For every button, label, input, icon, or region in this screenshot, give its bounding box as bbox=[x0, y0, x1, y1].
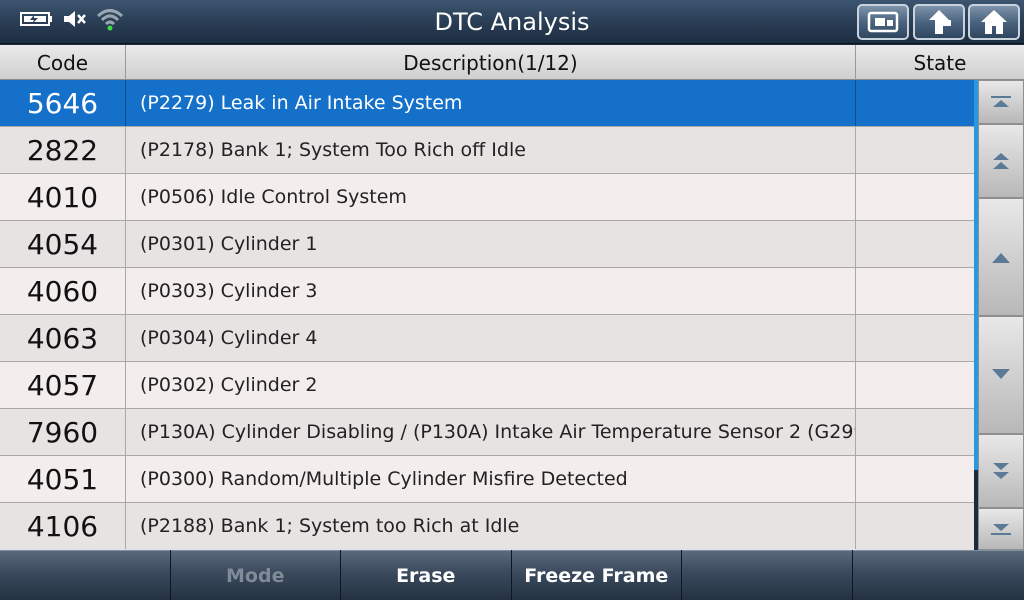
screenshot-icon bbox=[866, 10, 900, 34]
line-down-button[interactable] bbox=[978, 316, 1024, 434]
back-icon bbox=[924, 8, 954, 36]
column-header-description[interactable]: Description(1/12) bbox=[126, 45, 856, 80]
dtc-description: (P0302) Cylinder 2 bbox=[126, 362, 856, 408]
home-button[interactable] bbox=[968, 4, 1020, 40]
dtc-description: (P2178) Bank 1; System Too Rich off Idle bbox=[126, 127, 856, 173]
dtc-state bbox=[856, 362, 974, 408]
scroll-top-icon bbox=[989, 94, 1013, 110]
table-row[interactable]: 5646 (P2279) Leak in Air Intake System bbox=[0, 80, 974, 127]
dtc-code: 4063 bbox=[0, 315, 126, 361]
dtc-code: 7960 bbox=[0, 409, 126, 455]
dtc-state bbox=[856, 456, 974, 502]
dtc-description: (P2188) Bank 1; System too Rich at Idle bbox=[126, 503, 856, 549]
page-down-icon bbox=[990, 460, 1012, 482]
home-icon bbox=[979, 8, 1009, 36]
column-header-state[interactable]: State bbox=[856, 45, 1024, 80]
dtc-code: 4060 bbox=[0, 268, 126, 314]
toolbar-button-empty-2[interactable] bbox=[682, 550, 852, 600]
table-row[interactable]: 7960 (P130A) Cylinder Disabling / (P130A… bbox=[0, 409, 974, 456]
toolbar-button-empty-3[interactable] bbox=[852, 550, 1024, 600]
dtc-code: 4051 bbox=[0, 456, 126, 502]
table-row[interactable]: 4010 (P0506) Idle Control System bbox=[0, 174, 974, 221]
dtc-state bbox=[856, 503, 974, 549]
dtc-description: (P130A) Cylinder Disabling / (P130A) Int… bbox=[126, 409, 856, 455]
dtc-code: 5646 bbox=[0, 80, 126, 126]
dtc-state bbox=[856, 174, 974, 220]
line-up-button[interactable] bbox=[978, 198, 1024, 316]
dtc-state bbox=[856, 221, 974, 267]
scroll-bottom-icon bbox=[989, 521, 1013, 537]
dtc-code: 4106 bbox=[0, 503, 126, 549]
dtc-description: (P0303) Cylinder 3 bbox=[126, 268, 856, 314]
page-down-button[interactable] bbox=[978, 434, 1024, 508]
dtc-state bbox=[856, 315, 974, 361]
dtc-description: (P0304) Cylinder 4 bbox=[126, 315, 856, 361]
dtc-state bbox=[856, 127, 974, 173]
table-row[interactable]: 4054 (P0301) Cylinder 1 bbox=[0, 221, 974, 268]
page-up-icon bbox=[990, 150, 1012, 172]
line-down-icon bbox=[990, 367, 1012, 383]
page-up-button[interactable] bbox=[978, 124, 1024, 198]
dtc-table: 5646 (P2279) Leak in Air Intake System 2… bbox=[0, 80, 974, 550]
table-row[interactable]: 4060 (P0303) Cylinder 3 bbox=[0, 268, 974, 315]
table-row[interactable]: 4063 (P0304) Cylinder 4 bbox=[0, 315, 974, 362]
table-row[interactable]: 2822 (P2178) Bank 1; System Too Rich off… bbox=[0, 127, 974, 174]
freeze-frame-button[interactable]: Freeze Frame bbox=[511, 550, 681, 600]
bottom-toolbar: Mode Erase Freeze Frame bbox=[0, 550, 1024, 600]
dtc-description: (P0506) Idle Control System bbox=[126, 174, 856, 220]
table-header: Code Description(1/12) State bbox=[0, 45, 1024, 80]
back-button[interactable] bbox=[913, 4, 965, 40]
dtc-code: 2822 bbox=[0, 127, 126, 173]
table-row[interactable]: 4051 (P0300) Random/Multiple Cylinder Mi… bbox=[0, 456, 974, 503]
scroll-top-button[interactable] bbox=[978, 80, 1024, 124]
dtc-code: 4057 bbox=[0, 362, 126, 408]
title-bar: DTC Analysis bbox=[0, 0, 1024, 44]
dtc-description: (P0301) Cylinder 1 bbox=[126, 221, 856, 267]
dtc-code: 4010 bbox=[0, 174, 126, 220]
dtc-state bbox=[856, 268, 974, 314]
dtc-description: (P0300) Random/Multiple Cylinder Misfire… bbox=[126, 456, 856, 502]
dtc-state bbox=[856, 80, 974, 126]
line-up-icon bbox=[990, 249, 1012, 265]
scrollbar[interactable] bbox=[978, 80, 1024, 550]
table-row[interactable]: 4057 (P0302) Cylinder 2 bbox=[0, 362, 974, 409]
scroll-bottom-button[interactable] bbox=[978, 508, 1024, 550]
mode-button[interactable]: Mode bbox=[170, 550, 340, 600]
dtc-description: (P2279) Leak in Air Intake System bbox=[126, 80, 856, 126]
toolbar-button-empty-1[interactable] bbox=[0, 550, 170, 600]
dtc-state bbox=[856, 409, 974, 455]
dtc-code: 4054 bbox=[0, 221, 126, 267]
screenshot-button[interactable] bbox=[857, 4, 909, 40]
erase-button[interactable]: Erase bbox=[341, 550, 511, 600]
column-header-code[interactable]: Code bbox=[0, 45, 126, 80]
table-row[interactable]: 4106 (P2188) Bank 1; System too Rich at … bbox=[0, 503, 974, 550]
